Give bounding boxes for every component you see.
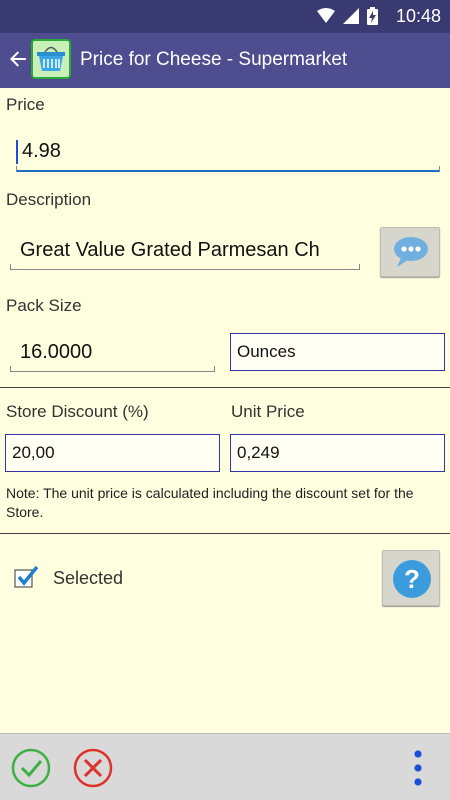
text-cursor — [16, 140, 18, 164]
store-discount-label: Store Discount (%) — [6, 402, 149, 421]
more-vertical-icon[interactable] — [410, 749, 426, 787]
description-input[interactable]: Great Value Grated Parmesan Ch — [10, 234, 360, 270]
app-bar: Price for Cheese - Supermarket — [0, 33, 450, 88]
description-picker-button[interactable] — [380, 227, 440, 277]
unit-select[interactable]: Ounces — [230, 333, 445, 371]
divider — [0, 387, 450, 388]
selected-checkbox[interactable] — [14, 565, 39, 589]
shopping-basket-icon — [31, 39, 71, 79]
unit-price-value: 0,249 — [237, 443, 280, 462]
svg-text:?: ? — [404, 564, 420, 594]
arrow-left-icon[interactable] — [6, 47, 30, 71]
unit-price-input[interactable]: 0,249 — [230, 434, 445, 472]
description-value: Great Value Grated Parmesan Ch — [20, 239, 320, 261]
unit-price-label: Unit Price — [231, 402, 305, 421]
price-input[interactable]: 4.98 — [16, 136, 440, 172]
store-discount-value: 20,00 — [12, 443, 55, 462]
help-button[interactable]: ? — [382, 550, 440, 606]
description-underline — [10, 264, 360, 270]
bottom-toolbar — [0, 733, 450, 800]
store-discount-input[interactable]: 20,00 — [5, 434, 220, 472]
divider — [0, 533, 450, 534]
page-title: Price for Cheese - Supermarket — [80, 49, 348, 70]
price-label: Price — [6, 95, 45, 114]
unit-value: Ounces — [237, 342, 296, 361]
cross-circle-icon[interactable] — [73, 748, 113, 788]
pack-size-value: 16.0000 — [20, 341, 93, 363]
signal-icon — [343, 8, 359, 24]
pack-size-underline — [10, 366, 215, 372]
pack-size-label: Pack Size — [6, 296, 82, 315]
unit-price-note: Note: The unit price is calculated inclu… — [6, 485, 414, 520]
checkbox-checked-icon — [14, 565, 39, 588]
status-icons — [317, 7, 378, 25]
question-mark-icon: ? — [393, 560, 431, 598]
wifi-icon — [317, 8, 335, 23]
battery-icon — [367, 7, 378, 25]
selected-label[interactable]: Selected — [53, 568, 123, 589]
check-circle-icon[interactable] — [11, 748, 51, 788]
status-bar: 10:48 — [0, 0, 450, 33]
pack-size-input[interactable]: 16.0000 — [10, 336, 215, 372]
speech-bubble-icon — [394, 237, 428, 267]
price-value: 4.98 — [22, 140, 61, 162]
status-time: 10:48 — [395, 6, 441, 26]
price-underline — [16, 166, 440, 172]
description-label: Description — [6, 190, 92, 209]
